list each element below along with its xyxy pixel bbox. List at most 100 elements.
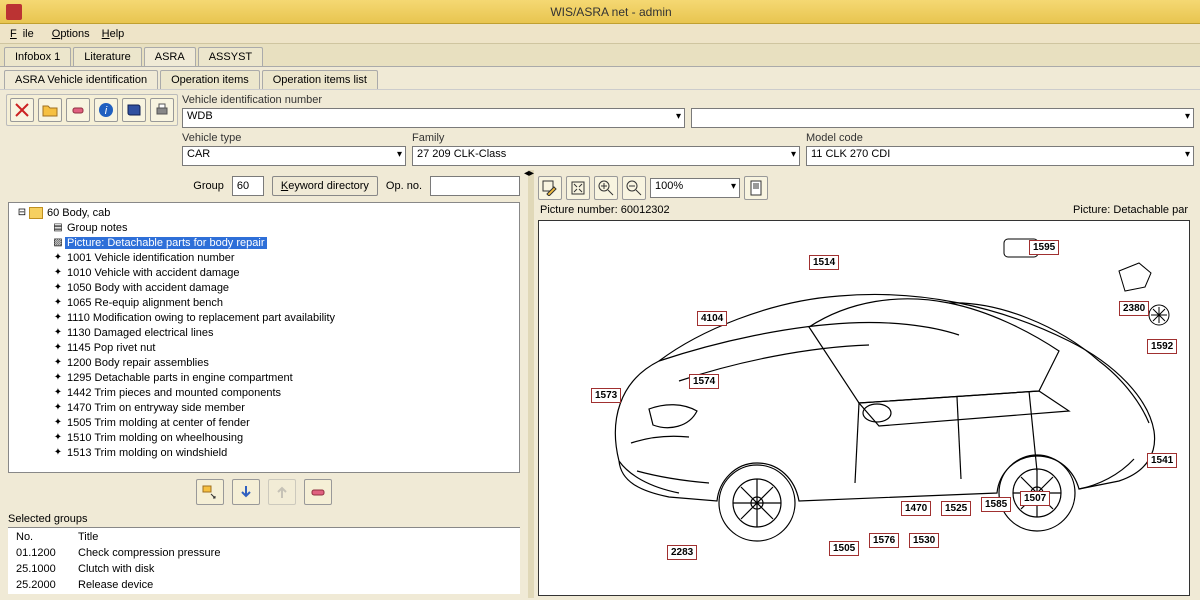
edit-image-icon[interactable] [538,176,562,200]
form-area: Vehicle identification number WDB Vehicl… [182,94,1194,166]
family-select[interactable]: 27 209 CLK-Class [412,146,800,166]
eraser-tree-icon[interactable] [304,479,332,505]
tree-root[interactable]: ⊟60 Body, cab [11,205,517,220]
tree-item[interactable]: ✦1065 Re-equip alignment bench [11,295,517,310]
callout-1592[interactable]: 1592 [1147,339,1177,354]
tree-item[interactable]: ✦1010 Vehicle with accident damage [11,265,517,280]
tree-item-label: Group notes [65,222,130,234]
dot-icon: ✦ [51,387,65,398]
dot-icon: ✦ [51,327,65,338]
picture-info: Picture number: 60012302 Picture: Detach… [534,202,1194,218]
callout-1507[interactable]: 1507 [1020,491,1050,506]
callout-1505[interactable]: 1505 [829,541,859,556]
tree-expand-icon[interactable] [196,479,224,505]
tree-item[interactable]: ✦1295 Detachable parts in engine compart… [11,370,517,385]
callout-1470[interactable]: 1470 [901,501,931,516]
tree-item[interactable]: ✦1510 Trim molding on wheelhousing [11,430,517,445]
eraser-icon[interactable] [66,98,90,122]
callout-1574[interactable]: 1574 [689,374,719,389]
tree-item-label: 1470 Trim on entryway side member [65,402,247,414]
titlebar: WIS/ASRA net - admin [0,0,1200,24]
sg-no: 01.1200 [10,546,70,560]
window-title: WIS/ASRA net - admin [550,5,671,19]
tree-item-label: 1513 Trim molding on windshield [65,447,229,459]
nav-down-icon[interactable] [232,479,260,505]
menu-file[interactable]: File [4,26,46,42]
fit-window-icon[interactable] [566,176,590,200]
tree[interactable]: ⊟60 Body, cab▤Group notes▨Picture: Detac… [8,202,520,473]
tree-item-label: Picture: Detachable parts for body repai… [65,237,267,249]
print-icon[interactable] [150,98,174,122]
table-row[interactable]: 01.1200Check compression pressure [10,546,518,560]
table-row[interactable]: 25.2000Release device [10,578,518,592]
sg-col-no: No. [10,530,70,544]
tree-item[interactable]: ✦1130 Damaged electrical lines [11,325,517,340]
menu-help[interactable]: Help [96,26,131,42]
menu-options[interactable]: Options [46,26,96,42]
selected-groups-label: Selected groups [8,511,520,527]
group-label: Group [193,180,224,192]
tree-item-label: 1010 Vehicle with accident damage [65,267,241,279]
page-icon[interactable] [744,176,768,200]
vehicle-type-select[interactable]: CAR [182,146,406,166]
sg-title: Clutch with disk [72,562,518,576]
book-icon[interactable] [122,98,146,122]
tree-item-label: 1505 Trim molding at center of fender [65,417,252,429]
tab-literature[interactable]: Literature [73,47,141,66]
group-input[interactable] [232,176,264,196]
opno-input[interactable] [430,176,520,196]
table-row[interactable]: 25.1000Clutch with disk [10,562,518,576]
tree-item[interactable]: ✦1505 Trim molding at center of fender [11,415,517,430]
tab-asra[interactable]: ASRA [144,47,196,66]
model-code-select[interactable]: 11 CLK 270 CDI [806,146,1194,166]
picture-toolbar: 100% [534,174,1194,202]
tree-item-label: 1145 Pop rivet nut [65,342,157,354]
tree-item-label: 1065 Re-equip alignment bench [65,297,225,309]
callout-1541[interactable]: 1541 [1147,453,1177,468]
tab-assyst[interactable]: ASSYST [198,47,263,66]
info-icon[interactable]: i [94,98,118,122]
tree-item[interactable]: ✦1145 Pop rivet nut [11,340,517,355]
vin-suffix-select[interactable] [691,108,1194,128]
vin-prefix-select[interactable]: WDB [182,108,685,128]
callout-1525[interactable]: 1525 [941,501,971,516]
tree-item[interactable]: ✦1110 Modification owing to replacement … [11,310,517,325]
dot-icon: ✦ [51,447,65,458]
tree-item-label: 1200 Body repair assemblies [65,357,211,369]
dot-icon: ✦ [51,432,65,443]
zoom-out-icon[interactable] [622,176,646,200]
callout-1514[interactable]: 1514 [809,255,839,270]
dot-icon: ✦ [51,372,65,383]
delete-icon[interactable] [10,98,34,122]
callout-2283[interactable]: 2283 [667,545,697,560]
tree-item[interactable]: ✦1050 Body with accident damage [11,280,517,295]
dot-icon: ✦ [51,252,65,263]
dot-icon: ✦ [51,297,65,308]
tree-item[interactable]: ▤Group notes [11,220,517,235]
tree-item[interactable]: ✦1200 Body repair assemblies [11,355,517,370]
subtab-vehicle-id[interactable]: ASRA Vehicle identification [4,70,158,89]
callout-2380[interactable]: 2380 [1119,301,1149,316]
nav-up-icon[interactable] [268,479,296,505]
subtab-operation-items[interactable]: Operation items [160,70,260,89]
zoom-in-icon[interactable] [594,176,618,200]
tab-infobox1[interactable]: Infobox 1 [4,47,71,66]
selected-groups-table: No. Title 01.1200Check compression press… [8,527,520,594]
picture-area[interactable]: 1595 1514 2380 4104 1592 1574 1573 1541 1507 1585… [538,220,1190,596]
callout-1585[interactable]: 1585 [981,497,1011,512]
tree-item[interactable]: ✦1513 Trim molding on windshield [11,445,517,460]
open-folder-icon[interactable] [38,98,62,122]
tree-item[interactable]: ✦1470 Trim on entryway side member [11,400,517,415]
callout-1576[interactable]: 1576 [869,533,899,548]
zoom-select[interactable]: 100% [650,178,740,198]
callout-1595[interactable]: 1595 [1029,240,1059,255]
tree-item[interactable]: ✦1442 Trim pieces and mounted components [11,385,517,400]
tree-item[interactable]: ✦1001 Vehicle identification number [11,250,517,265]
subtab-operation-items-list[interactable]: Operation items list [262,70,378,89]
tree-item[interactable]: ▨Picture: Detachable parts for body repa… [11,235,517,250]
callout-1530[interactable]: 1530 [909,533,939,548]
splitter[interactable]: ◂▸ [528,170,534,598]
callout-4104[interactable]: 4104 [697,311,727,326]
callout-1573[interactable]: 1573 [591,388,621,403]
keyword-directory-button[interactable]: Keyword directory [272,176,378,196]
